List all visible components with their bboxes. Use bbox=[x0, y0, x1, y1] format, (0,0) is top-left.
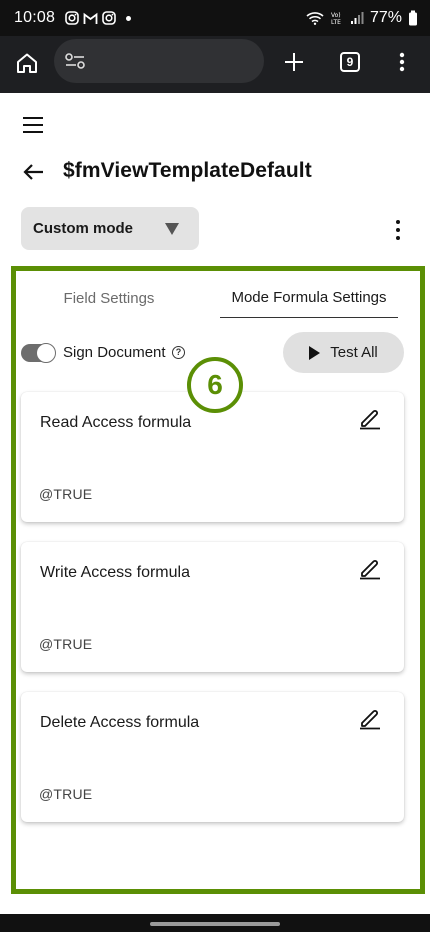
plus-icon bbox=[285, 53, 303, 71]
sign-document-label: Sign Document bbox=[63, 344, 166, 361]
toggle-knob bbox=[36, 343, 56, 363]
status-time: 10:08 bbox=[14, 9, 56, 26]
formula-value: @TRUE bbox=[39, 786, 93, 802]
more-vert-dot bbox=[396, 228, 400, 232]
tabs-icon: 9 bbox=[340, 52, 360, 72]
battery-percent: 77% bbox=[369, 9, 402, 26]
formula-title: Delete Access formula bbox=[40, 714, 200, 731]
edit-delete-formula-button[interactable] bbox=[358, 706, 382, 730]
notification-dot bbox=[126, 15, 132, 21]
status-left: 10:08 bbox=[14, 9, 132, 27]
battery-icon bbox=[409, 10, 417, 26]
tabs-count: 9 bbox=[346, 55, 354, 69]
instagram-icon bbox=[65, 11, 79, 25]
formula-title: Write Access formula bbox=[40, 564, 190, 581]
gesture-nav-bar bbox=[0, 914, 430, 932]
dropdown-arrow-icon bbox=[165, 223, 179, 235]
browser-menu-button[interactable] bbox=[390, 48, 414, 76]
tab-mode-formula-settings[interactable]: Mode Formula Settings bbox=[220, 278, 398, 318]
back-button[interactable] bbox=[20, 158, 48, 186]
formula-card-delete: Delete Access formula @TRUE bbox=[21, 692, 404, 822]
arrow-left-icon bbox=[23, 164, 43, 180]
formula-value: @TRUE bbox=[39, 486, 93, 502]
more-vert-dot bbox=[396, 236, 400, 240]
test-all-label: Test All bbox=[330, 344, 378, 361]
edit-read-formula-button[interactable] bbox=[358, 406, 382, 430]
home-icon bbox=[17, 53, 37, 73]
pencil-icon bbox=[360, 710, 380, 730]
site-settings-icon[interactable] bbox=[64, 51, 86, 71]
mode-select[interactable]: Custom mode bbox=[21, 207, 199, 250]
home-button[interactable] bbox=[12, 48, 42, 78]
formula-title: Read Access formula bbox=[40, 414, 192, 431]
more-vert-dot bbox=[396, 220, 400, 224]
home-gesture-handle[interactable] bbox=[150, 922, 280, 926]
address-bar[interactable] bbox=[54, 39, 264, 83]
notification-icons bbox=[65, 11, 132, 25]
status-bar: 10:08 Vo) LTE 77% bbox=[0, 0, 430, 36]
play-icon bbox=[309, 345, 321, 360]
status-right: Vo) LTE 77% bbox=[306, 9, 418, 27]
pencil-icon bbox=[360, 410, 380, 430]
formula-value: @TRUE bbox=[39, 636, 93, 652]
help-icon[interactable]: ? bbox=[172, 346, 185, 359]
sign-document-toggle[interactable] bbox=[21, 343, 56, 363]
browser-toolbar: 9 bbox=[0, 36, 430, 93]
test-all-button[interactable]: Test All bbox=[283, 332, 404, 373]
edit-write-formula-button[interactable] bbox=[358, 556, 382, 580]
mode-select-value: Custom mode bbox=[33, 220, 134, 237]
more-vert-icon bbox=[399, 52, 405, 72]
page-title: $fmViewTemplateDefault bbox=[63, 159, 312, 182]
volte-icon: Vo)LTE bbox=[331, 12, 341, 25]
page-more-button[interactable] bbox=[387, 216, 409, 244]
new-tab-button[interactable] bbox=[280, 48, 308, 76]
menu-icon-line bbox=[23, 124, 43, 126]
instagram-icon bbox=[102, 11, 116, 25]
wifi-icon bbox=[306, 12, 324, 25]
signal-icon bbox=[350, 12, 364, 24]
step-number-badge: 6 bbox=[187, 357, 243, 413]
menu-icon-line bbox=[23, 117, 43, 119]
tab-switcher-button[interactable]: 9 bbox=[336, 48, 364, 76]
hamburger-menu-button[interactable] bbox=[18, 108, 48, 142]
pencil-icon bbox=[360, 560, 380, 580]
menu-icon-line bbox=[23, 131, 43, 133]
gmail-icon bbox=[83, 12, 98, 24]
formula-card-write: Write Access formula @TRUE bbox=[21, 542, 404, 672]
tab-field-settings[interactable]: Field Settings bbox=[22, 278, 196, 318]
svg-text:LTE: LTE bbox=[331, 19, 341, 25]
svg-text:Vo): Vo) bbox=[331, 12, 341, 19]
